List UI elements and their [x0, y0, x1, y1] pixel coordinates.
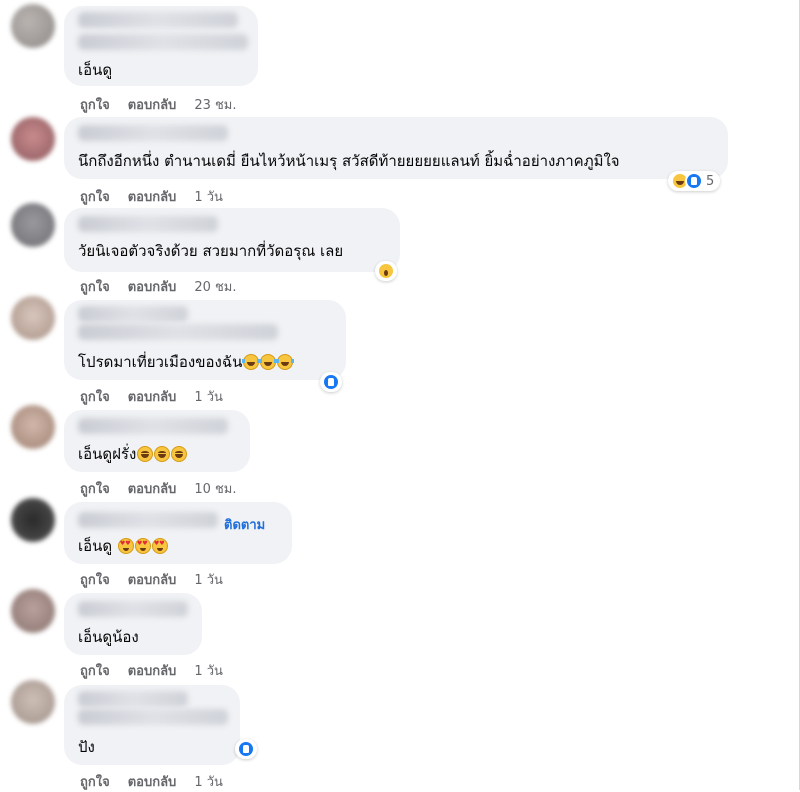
reply-button[interactable]: ตอบกลับ: [128, 482, 177, 497]
grinning-emoji: [154, 446, 171, 462]
blurred-author-name[interactable]: [78, 418, 228, 434]
grinning-emoji: [137, 446, 154, 462]
comment-timestamp[interactable]: 1 วัน: [194, 573, 223, 588]
comment-actions: ถูกใจ ตอบกลับ 10 ชม.: [80, 478, 255, 499]
comment-actions: ถูกใจ ตอบกลับ 1 วัน: [80, 186, 241, 207]
blurred-author-name: [78, 324, 278, 340]
reaction-count: 5: [706, 173, 715, 189]
comment-timestamp[interactable]: 1 วัน: [194, 390, 223, 405]
like-icon: [237, 740, 255, 758]
blurred-author-name[interactable]: [78, 216, 218, 232]
comment-timestamp[interactable]: 1 วัน: [194, 775, 223, 790]
comment-timestamp[interactable]: 1 วัน: [194, 664, 223, 679]
blurred-author-name[interactable]: [78, 12, 238, 28]
blurred-author-name[interactable]: [78, 691, 188, 707]
reply-button[interactable]: ตอบกลับ: [128, 280, 177, 295]
comment-text: เอ็นดูน้อง: [78, 628, 139, 646]
heart-eyes-emoji: [117, 538, 134, 554]
comment-bubble: ปัง: [64, 685, 240, 765]
avatar[interactable]: [11, 498, 55, 542]
like-button[interactable]: ถูกใจ: [80, 573, 110, 588]
avatar[interactable]: [11, 296, 55, 340]
comment-actions: ถูกใจ ตอบกลับ 1 วัน: [80, 569, 241, 590]
reply-button[interactable]: ตอบกลับ: [128, 390, 177, 405]
tears-of-joy-emoji: [259, 354, 278, 370]
like-button[interactable]: ถูกใจ: [80, 98, 110, 113]
avatar[interactable]: [11, 203, 55, 247]
like-button[interactable]: ถูกใจ: [80, 280, 110, 295]
comment-timestamp[interactable]: 20 ชม.: [194, 280, 236, 295]
wow-icon: [377, 262, 395, 280]
like-icon: [322, 373, 340, 391]
like-button[interactable]: ถูกใจ: [80, 775, 110, 790]
avatar[interactable]: [11, 4, 55, 48]
blurred-author-name[interactable]: [78, 306, 188, 322]
like-button[interactable]: ถูกใจ: [80, 482, 110, 497]
comment-actions: ถูกใจ ตอบกลับ 20 ชม.: [80, 276, 255, 297]
comment-bubble: เอ็นดูฝรั่ง: [64, 410, 250, 472]
like-button[interactable]: ถูกใจ: [80, 190, 110, 205]
reaction-summary[interactable]: [375, 261, 397, 281]
comment-timestamp[interactable]: 23 ชม.: [194, 98, 236, 113]
comment-bubble: เอ็นดู: [64, 6, 258, 86]
reaction-summary[interactable]: [320, 372, 342, 392]
heart-eyes-emoji: [134, 538, 151, 554]
comment-text-body: โปรดมาเที่ยวเมืองของฉัน: [78, 353, 243, 371]
blurred-author-name[interactable]: [78, 512, 218, 528]
blurred-author-name: [78, 34, 248, 50]
comment-text: เอ็นดู: [78, 61, 113, 79]
blurred-author-name[interactable]: [78, 125, 228, 141]
avatar[interactable]: [11, 405, 55, 449]
comment-actions: ถูกใจ ตอบกลับ 1 วัน: [80, 771, 241, 792]
avatar[interactable]: [11, 117, 55, 161]
comment-timestamp[interactable]: 1 วัน: [194, 190, 223, 205]
comment-bubble: ติดตาม เอ็นดู: [64, 502, 292, 564]
comment-text: เอ็นดู: [78, 536, 168, 556]
reply-button[interactable]: ตอบกลับ: [128, 775, 177, 790]
tears-of-joy-emoji: [276, 354, 295, 370]
avatar[interactable]: [11, 680, 55, 724]
comment-text: ปัง: [78, 738, 95, 756]
comment-bubble: วัยนิเจอตัวจริงด้วย สวยมากที่วัดอรุณ เลย: [64, 208, 400, 272]
reply-button[interactable]: ตอบกลับ: [128, 98, 177, 113]
comment-text-body: เอ็นดูฝรั่ง: [78, 445, 137, 463]
comment-actions: ถูกใจ ตอบกลับ 23 ชม.: [80, 94, 255, 115]
comment-text: โปรดมาเที่ยวเมืองของฉัน: [78, 352, 295, 372]
like-button[interactable]: ถูกใจ: [80, 664, 110, 679]
follow-button[interactable]: ติดตาม: [224, 514, 265, 535]
comment-bubble: นึกถึงอีกหนึ่ง ตำนานเดมี่ ยืนไหว้หน้าเมร…: [64, 117, 728, 179]
like-button[interactable]: ถูกใจ: [80, 390, 110, 405]
reaction-summary[interactable]: [235, 739, 257, 759]
blurred-author-name[interactable]: [78, 601, 188, 617]
comment-bubble: โปรดมาเที่ยวเมืองของฉัน: [64, 300, 346, 380]
comment-text: วัยนิเจอตัวจริงด้วย สวยมากที่วัดอรุณ เลย: [78, 242, 344, 260]
comment-actions: ถูกใจ ตอบกลับ 1 วัน: [80, 660, 241, 681]
blurred-author-name: [78, 709, 228, 725]
comment-timestamp[interactable]: 10 ชม.: [194, 482, 236, 497]
reaction-summary[interactable]: 5: [668, 171, 721, 191]
heart-eyes-emoji: [151, 538, 168, 554]
comment-actions: ถูกใจ ตอบกลับ 1 วัน: [80, 386, 241, 407]
like-icon: [685, 172, 703, 190]
reply-button[interactable]: ตอบกลับ: [128, 190, 177, 205]
comment-text: เอ็นดูฝรั่ง: [78, 444, 188, 464]
comment-bubble: เอ็นดูน้อง: [64, 593, 202, 655]
grinning-emoji: [171, 446, 188, 462]
reply-button[interactable]: ตอบกลับ: [128, 664, 177, 679]
comment-text: นึกถึงอีกหนึ่ง ตำนานเดมี่ ยืนไหว้หน้าเมร…: [78, 152, 620, 170]
avatar[interactable]: [11, 589, 55, 633]
reply-button[interactable]: ตอบกลับ: [128, 573, 177, 588]
comment-text-body: เอ็นดู: [78, 537, 113, 555]
tears-of-joy-emoji: [242, 354, 261, 370]
